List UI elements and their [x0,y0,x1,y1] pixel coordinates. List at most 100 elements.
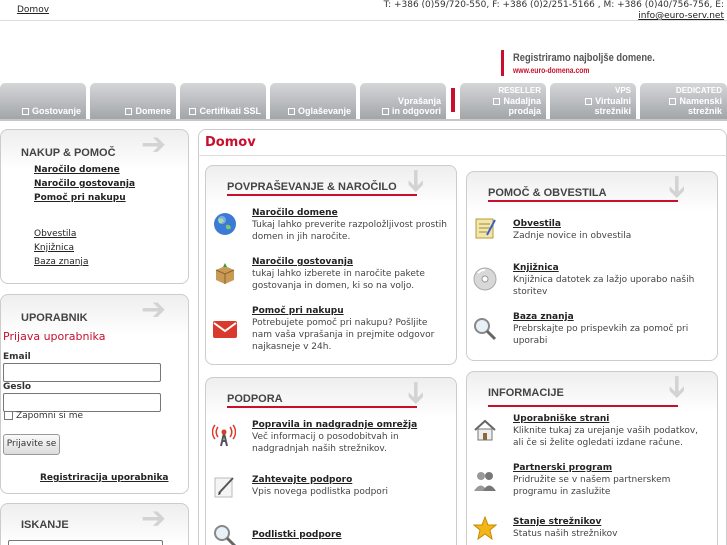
magnifier-icon [214,525,237,545]
register-link[interactable]: Registriracija uporabnika [40,473,169,483]
tab-dedicated[interactable]: DEDICATED Namenski strežnik [640,83,727,119]
sidebar-link-obvestila[interactable]: Obvestila [34,229,76,239]
item-baza-znanja-desc: Prebrskajte po prispevkih za pomoč pri u… [513,324,689,346]
domain-banner[interactable]: Registriramo najboljše domene. www.euro-… [501,50,671,78]
title-divider [198,155,727,156]
pen-icon [214,477,234,498]
item-popravila-desc: Več informacij o posodobitvah in nadgrad… [252,432,399,454]
email-label: Email [3,352,31,362]
page-title: Domov [205,135,256,150]
arrow-decoration-icon: ➔ [659,174,695,200]
section-pomoc-heading: POMOČ & OBVESTILA [488,187,607,199]
section-underline [227,194,417,196]
tab-dedicated-label: Namenski strežnik [679,96,722,116]
tab-label: Virtualni strežniki [550,96,631,116]
tab-oglasevanje[interactable]: Oglaševanje [270,83,356,119]
login-title: Prijava uporabnika [3,330,106,343]
contact-info: T: +386 (0)59/720-550, F: +386 (0)2/251-… [384,0,724,22]
arrow-decoration-icon: ➔ [398,168,434,194]
contact-phones: T: +386 (0)59/720-550, F: +386 (0)2/251-… [383,0,724,10]
sidebar-search-box: ➔ ISKANJE [0,503,189,545]
remember-me-checkbox[interactable] [4,411,13,420]
section-podpora-heading: PODPORA [227,393,283,405]
checkbox-icon [382,108,389,115]
item-uporabniske-strani-desc: Kliknite tukaj za urejanje vaših podatko… [513,426,699,448]
tab-certifikati[interactable]: Certifikati SSL [180,83,266,119]
tab-reseller-top: RESELLER [498,86,541,95]
item-partnerski-program[interactable]: Partnerski program [513,463,612,473]
top-divider [0,20,727,21]
item-pomoc-pri-nakupu[interactable]: Pomoč pri nakupu [252,306,344,316]
item-partnerski-program-desc: Pridružite se v našem partnerskem progra… [513,475,671,497]
sidebar-link-pomoc-pri-nakupu[interactable]: Pomoč pri nakupu [34,193,126,203]
item-narocilo-gostovanja[interactable]: Naročilo gostovanja [252,257,353,267]
sidebar-link-narocilo-domene[interactable]: Naročilo domene [34,165,120,175]
star-icon [473,516,497,540]
item-narocilo-domene-desc: Tukaj lahko preverite razpoložljivost pr… [252,220,447,242]
login-button[interactable]: Prijavite se [3,434,60,455]
checkbox-icon [21,108,29,115]
tab-vps-label: Virtualni strežniki [594,96,631,116]
item-knjiznica-desc: Knjižnica datotek za lažjo uporabo naših… [513,275,695,297]
tab-domene-label: Domene [135,106,171,116]
home-link[interactable]: Domov [17,5,49,15]
item-zahtevajte-podporo-desc: Vpis novega podlistka podpori [252,487,389,497]
package-icon [215,263,235,284]
tab-label: Certifikati SSL [189,106,261,116]
nav-accent-separator [451,88,455,112]
sidebar-link-knjiznica[interactable]: Knjižnica [34,243,74,253]
item-stanje-streznikov-desc: Status naših strežnikov [513,529,618,539]
tab-vps-top: VPS [614,86,631,95]
section-podpora: ➔ PODPORA [205,377,457,545]
item-podlistki-podpore[interactable]: Podlistki podpore [252,530,342,540]
section-povprasevanje-heading: POVPRAŠEVANJE & NAROČILO [227,181,397,193]
tab-gostovanje[interactable]: Gostovanje [0,83,86,119]
search-input[interactable] [8,540,163,545]
mail-icon [213,321,237,338]
item-obvestila[interactable]: Obvestila [513,219,561,229]
checkbox-icon [125,108,133,115]
tab-reseller[interactable]: RESELLER Nadaljna prodaja [460,83,546,119]
tab-label: in odgovori [382,106,441,116]
arrow-decoration-icon: ➔ [141,129,167,162]
item-popravila[interactable]: Popravila in nadgradnje omrežja [252,420,417,430]
item-pomoc-pri-nakupu-desc: Potrebujete pomoč pri nakupu? Pošljite n… [252,318,435,352]
sidebar-search-heading: ISKANJE [21,519,69,531]
item-narocilo-domene[interactable]: Naročilo domene [252,208,338,218]
checkbox-icon [189,108,197,115]
item-zahtevajte-podporo[interactable]: Zahtevajte podporo [252,475,352,485]
tab-label: Nadaljna prodaja [460,96,541,116]
sidebar-nakup-box: ➔ NAKUP & POMOČ [0,129,189,284]
checkbox-icon [585,98,593,105]
password-field[interactable] [3,393,161,412]
item-knjiznica[interactable]: Knjižnica [513,263,559,273]
tab-label: Namenski strežnik [640,96,722,116]
arrow-decoration-icon: ➔ [141,294,167,327]
arrow-decoration-icon: ➔ [141,503,167,536]
tab-oglasevanje-label: Oglaševanje [297,106,351,116]
item-obvestila-desc: Zadnje novice in obvestila [513,231,632,241]
tab-certifikati-label: Certifikati SSL [199,106,261,116]
magnifier-icon [474,318,497,341]
tab-domene[interactable]: Domene [90,83,176,119]
item-uporabniske-strani[interactable]: Uporabniške strani [513,414,609,424]
item-stanje-streznikov[interactable]: Stanje strežnikov [513,517,601,527]
tab-reseller-label: Nadaljna prodaja [503,96,541,116]
tab-vprasanja-label: in odgovori [392,106,441,116]
main-nav: Gostovanje Domene Certifikati SSL Oglaše… [0,83,727,120]
banner-url: www.euro-domena.com [513,66,590,75]
section-informacije-heading: INFORMACIJE [488,387,564,399]
people-icon [474,472,496,491]
banner-accent-bar [501,50,504,76]
remember-me-label: Zapomni si me [16,411,84,421]
tab-label: Oglaševanje [287,106,351,116]
antenna-icon [212,424,236,447]
sidebar-link-baza-znanja[interactable]: Baza znanja [34,257,88,267]
tab-vprasanja[interactable]: Vprašanja in odgovori [360,83,446,119]
checkbox-icon [669,98,677,105]
email-field[interactable] [3,363,161,382]
password-label: Geslo [3,382,32,392]
sidebar-link-narocilo-gostovanja[interactable]: Naročilo gostovanja [34,179,135,189]
tab-vps[interactable]: VPS Virtualni strežniki [550,83,636,119]
item-baza-znanja[interactable]: Baza znanja [513,312,574,322]
